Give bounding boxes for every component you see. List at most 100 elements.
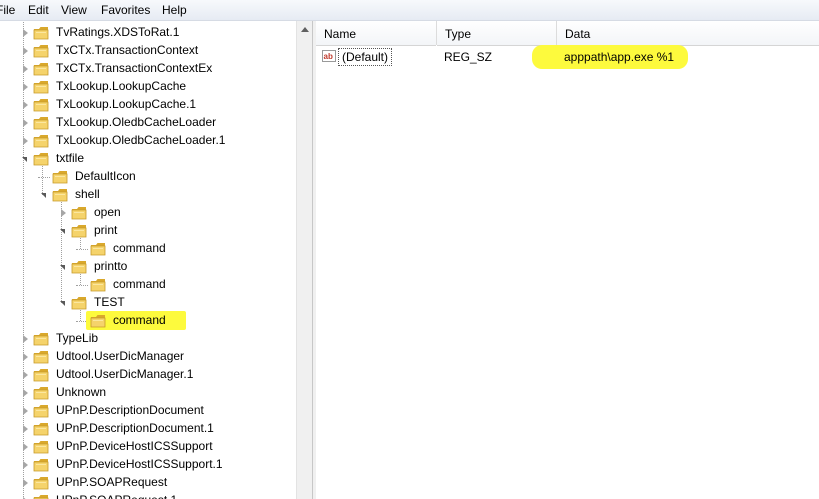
tree-item[interactable]: command [0, 240, 296, 258]
menu-view[interactable]: View [61, 3, 87, 17]
folder-icon [33, 44, 49, 58]
folder-icon [33, 116, 49, 130]
folder-icon [33, 494, 49, 499]
tree-item-label: TxCTx.TransactionContext [56, 43, 199, 57]
expand-arrow-icon[interactable] [23, 137, 28, 145]
column-header-name[interactable]: Name [316, 21, 436, 46]
tree-item-label: TvRatings.XDSToRat.1 [56, 25, 180, 39]
menu-help[interactable]: Help [162, 3, 187, 17]
collapse-arrow-icon[interactable] [60, 265, 65, 270]
tree-item[interactable]: TxLookup.OledbCacheLoader.1 [0, 132, 296, 150]
tree-item-label: open [94, 205, 121, 219]
values-pane: Name Type Data ab (Default) REG_SZ apppa… [316, 21, 819, 499]
folder-icon [90, 314, 106, 328]
tree-item[interactable]: TxLookup.OledbCacheLoader [0, 114, 296, 132]
folder-icon [52, 170, 68, 184]
tree-item[interactable]: UPnP.SOAPRequest [0, 474, 296, 492]
tree-item[interactable]: UPnP.DeviceHostICSSupport [0, 438, 296, 456]
column-header-type-label: Type [445, 27, 472, 41]
expand-arrow-icon[interactable] [23, 29, 28, 37]
tree-item[interactable]: txtfile [0, 150, 296, 168]
tree-item[interactable]: TvRatings.XDSToRat.1 [0, 24, 296, 42]
expand-arrow-icon[interactable] [61, 209, 66, 217]
folder-icon [33, 26, 49, 40]
expand-arrow-icon[interactable] [23, 83, 28, 91]
tree-item[interactable]: TypeLib [0, 330, 296, 348]
tree-item[interactable]: Udtool.UserDicManager [0, 348, 296, 366]
tree-item-label: TEST [94, 295, 125, 309]
folder-icon [71, 296, 87, 310]
tree-item[interactable]: print [0, 222, 296, 240]
folder-icon [33, 62, 49, 76]
folder-icon [33, 404, 49, 418]
tree-item[interactable]: TxLookup.LookupCache.1 [0, 96, 296, 114]
tree-item-label: UPnP.DeviceHostICSSupport.1 [56, 457, 223, 471]
tree-item-label: Udtool.UserDicManager [56, 349, 185, 363]
tree-item[interactable]: DefaultIcon [0, 168, 296, 186]
expand-arrow-icon[interactable] [23, 47, 28, 55]
folder-icon [33, 80, 49, 94]
expand-arrow-icon[interactable] [23, 461, 28, 469]
collapse-arrow-icon[interactable] [41, 193, 46, 198]
tree-scrollbar[interactable] [296, 21, 313, 499]
tree-item[interactable]: TxCTx.TransactionContextEx [0, 60, 296, 78]
tree-item[interactable]: shell [0, 186, 296, 204]
tree-item[interactable]: UPnP.DescriptionDocument.1 [0, 420, 296, 438]
tree-item[interactable]: printto [0, 258, 296, 276]
tree-item[interactable]: TxLookup.LookupCache [0, 78, 296, 96]
tree-item[interactable]: UPnP.DescriptionDocument [0, 402, 296, 420]
folder-icon [71, 224, 87, 238]
expand-arrow-icon[interactable] [23, 407, 28, 415]
collapse-arrow-icon[interactable] [60, 229, 65, 234]
scroll-up-arrow-icon[interactable] [301, 27, 309, 32]
tree-item-label: printto [94, 259, 128, 273]
expand-arrow-icon[interactable] [23, 443, 28, 451]
tree-item[interactable]: UPnP.DeviceHostICSSupport.1 [0, 456, 296, 474]
tree-item[interactable]: command [0, 276, 296, 294]
menu-favorites[interactable]: Favorites [101, 3, 150, 17]
tree-item[interactable]: Udtool.UserDicManager.1 [0, 366, 296, 384]
value-name[interactable]: (Default) [338, 48, 393, 66]
expand-arrow-icon[interactable] [23, 425, 28, 433]
tree-item[interactable]: TEST [0, 294, 296, 312]
folder-icon [33, 350, 49, 364]
folder-icon [71, 206, 87, 220]
menu-edit[interactable]: Edit [28, 3, 49, 17]
registry-key-tree[interactable]: TvRatings.XDSToRat.1 TxCTx.TransactionCon… [0, 21, 296, 499]
value-row-default[interactable]: ab (Default) REG_SZ apppath\app.exe %1 [316, 45, 819, 69]
tree-item-label: UPnP.SOAPRequest.1 [56, 493, 177, 499]
expand-arrow-icon[interactable] [23, 353, 28, 361]
tree-item-label: shell [75, 187, 100, 201]
tree-item-label: DefaultIcon [75, 169, 136, 183]
tree-item[interactable]: Unknown [0, 384, 296, 402]
tree-item[interactable]: TxCTx.TransactionContext [0, 42, 296, 60]
column-header-data[interactable]: Data [557, 21, 819, 46]
collapse-arrow-icon[interactable] [22, 157, 27, 162]
collapse-arrow-icon[interactable] [60, 301, 65, 306]
expand-arrow-icon[interactable] [23, 101, 28, 109]
tree-item-label: command [113, 277, 166, 291]
expand-arrow-icon[interactable] [23, 119, 28, 127]
menu-file[interactable]: File [0, 3, 15, 17]
tree-item-label: TxLookup.LookupCache [56, 79, 187, 93]
folder-icon [52, 188, 68, 202]
tree-item-label: UPnP.DescriptionDocument [56, 403, 204, 417]
expand-arrow-icon[interactable] [23, 479, 28, 487]
tree-item-label: TxLookup.LookupCache.1 [56, 97, 197, 111]
column-header-data-label: Data [565, 27, 591, 41]
expand-arrow-icon[interactable] [23, 371, 28, 379]
column-header-type[interactable]: Type [437, 21, 556, 46]
tree-item[interactable]: UPnP.SOAPRequest.1 [0, 492, 296, 499]
tree-item[interactable]: command [0, 311, 296, 330]
expand-arrow-icon[interactable] [23, 335, 28, 343]
menu-bar: File Edit View Favorites Help [0, 0, 819, 21]
tree-item-label: UPnP.DescriptionDocument.1 [56, 421, 214, 435]
folder-icon [33, 386, 49, 400]
tree-item[interactable]: open [0, 204, 296, 222]
expand-arrow-icon[interactable] [23, 389, 28, 397]
expand-arrow-icon[interactable] [23, 65, 28, 73]
svg-text:ab: ab [324, 52, 333, 61]
tree-connector [76, 285, 88, 286]
folder-icon [33, 458, 49, 472]
value-data: apppath\app.exe %1 [564, 50, 675, 64]
